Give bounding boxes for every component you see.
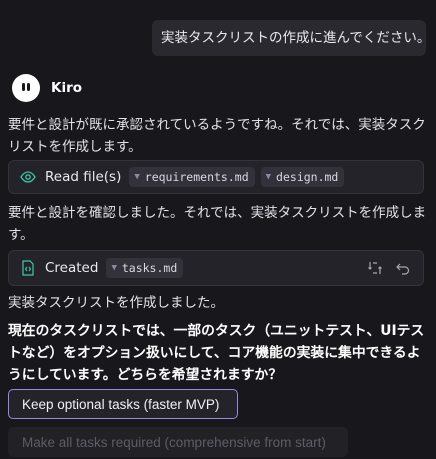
read-files-card[interactable]: Read file(s) ▼ requirements.md ▼ design.… — [8, 160, 424, 194]
user-message-bubble: 実装タスクリストの作成に進んでください。 — [152, 20, 430, 56]
agent-message-2: 要件と設計を確認しました。それでは、実装タスクリストを作成します。 — [8, 205, 427, 243]
file-chip-tasks[interactable]: ▼ tasks.md — [106, 258, 184, 278]
undo-icon[interactable] — [395, 259, 411, 277]
read-files-label: Read file(s) — [45, 169, 122, 185]
created-file-card[interactable]: Created ▼ tasks.md — [8, 250, 424, 286]
agent-header: Kiro — [12, 74, 82, 102]
markdown-file-icon: ▼ — [134, 172, 140, 182]
make-all-tasks-required-button[interactable]: Make all tasks required (comprehensive f… — [8, 427, 348, 457]
keep-optional-tasks-button[interactable]: Keep optional tasks (faster MVP) — [8, 389, 238, 419]
markdown-file-icon: ▼ — [265, 172, 272, 182]
compare-icon[interactable] — [367, 259, 383, 277]
eye-icon — [19, 169, 37, 185]
card-actions — [367, 259, 411, 277]
markdown-file-icon: ▼ — [111, 263, 117, 273]
agent-name: Kiro — [51, 80, 83, 96]
agent-message-3: 実装タスクリストを作成しました。 — [8, 295, 224, 311]
created-label: Created — [45, 260, 99, 276]
file-chip-requirements[interactable]: ▼ requirements.md — [129, 167, 255, 187]
agent-message-1: 要件と設計が既に承認されているようですね。それでは、実装タスクリストを作成します… — [8, 117, 426, 155]
kiro-ghost-icon — [12, 74, 40, 102]
agent-question: 現在のタスクリストでは、一部のタスク（ユニットテスト、UIテストなど）をオプショ… — [8, 323, 425, 383]
file-code-icon — [19, 260, 37, 276]
file-chip-design[interactable]: ▼ design.md — [260, 167, 345, 187]
